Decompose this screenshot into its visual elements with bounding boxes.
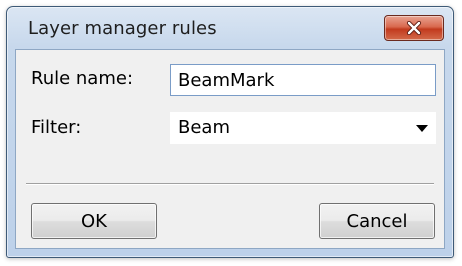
cancel-button[interactable]: Cancel [319, 203, 435, 239]
window-title: Layer manager rules [28, 18, 217, 39]
title-bar[interactable]: Layer manager rules [7, 7, 453, 49]
close-icon [406, 21, 422, 35]
filter-label: Filter: [31, 117, 82, 138]
dialog-body: Rule name: Filter: Beam OK Cancel [15, 49, 445, 249]
rule-name-label: Rule name: [31, 68, 134, 89]
separator [26, 183, 434, 185]
filter-value: Beam [178, 117, 230, 138]
chevron-down-icon[interactable] [416, 125, 428, 132]
close-button[interactable] [384, 15, 444, 41]
filter-dropdown[interactable]: Beam [170, 112, 436, 144]
ok-button[interactable]: OK [31, 203, 157, 239]
dialog-window: Layer manager rules Rule name: Filter: B… [6, 6, 454, 258]
rule-name-input[interactable] [170, 64, 436, 96]
